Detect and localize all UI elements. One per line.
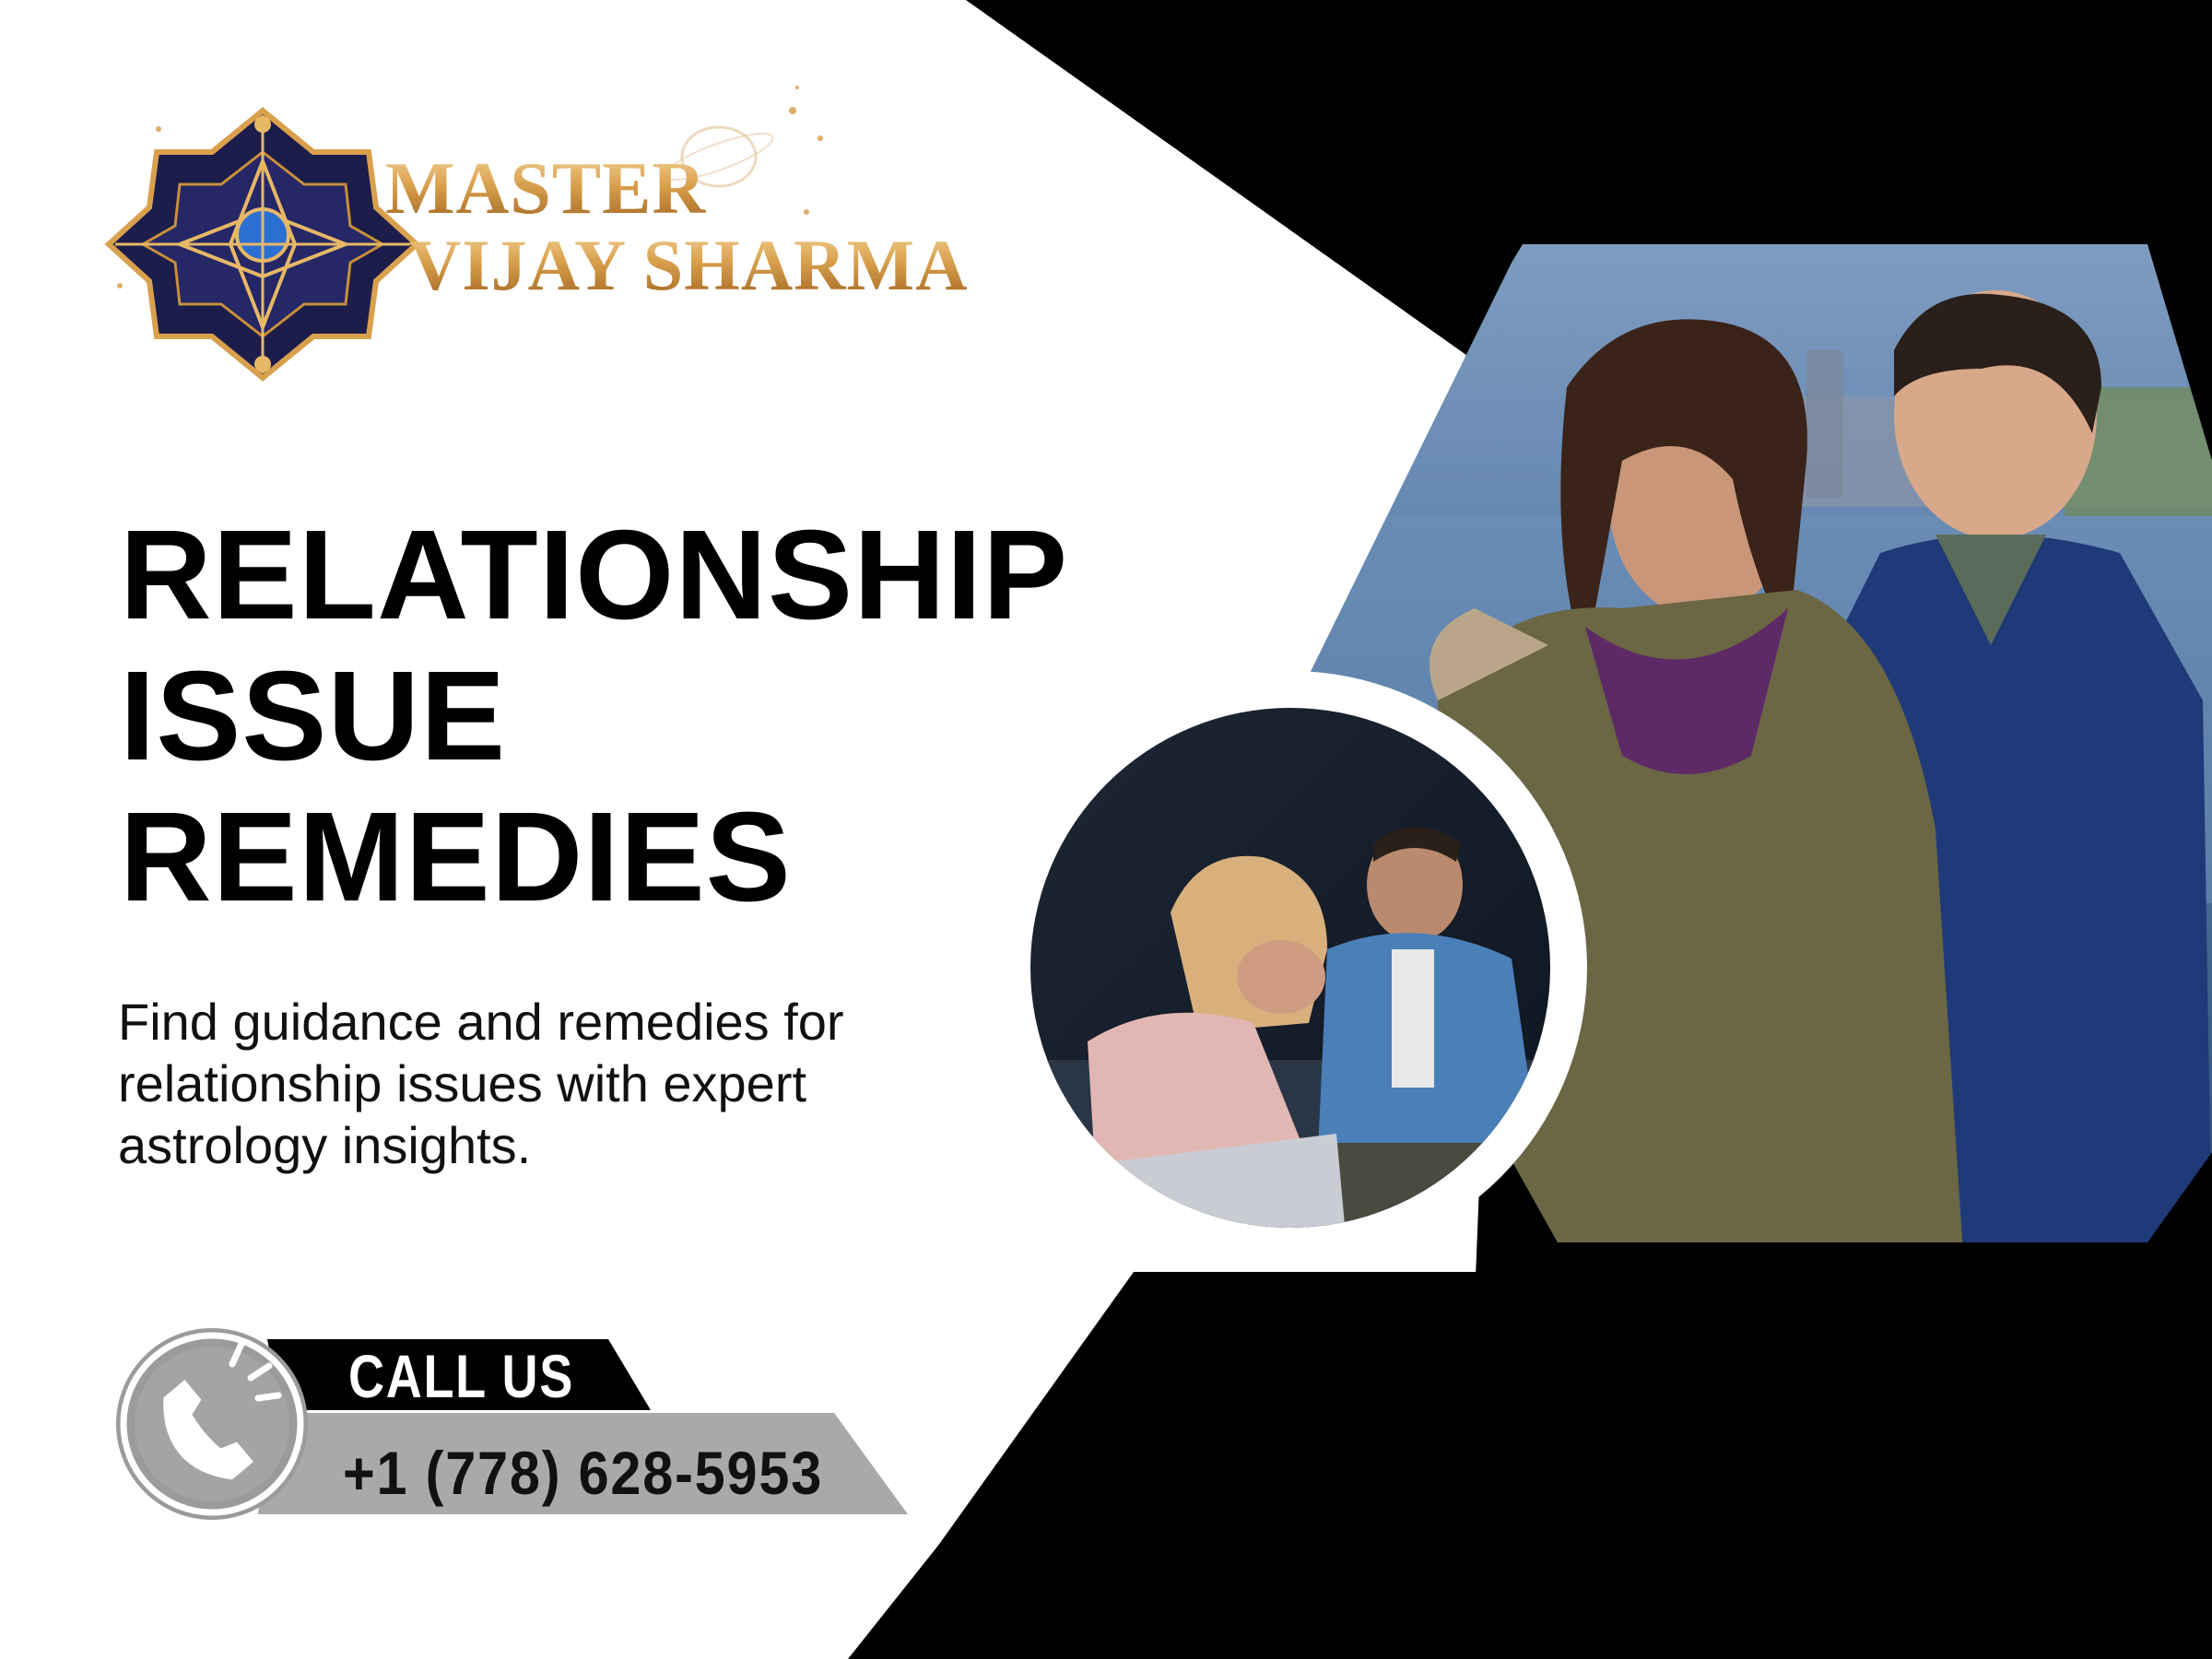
title-line: REMEDIES bbox=[120, 786, 792, 928]
description: Find guidance and remedies for relations… bbox=[118, 991, 994, 1176]
dark-panel-lower bbox=[857, 1272, 2212, 1659]
title-line: RELATIONSHIP bbox=[120, 504, 1069, 646]
brand-name-line2: VIJAY SHARMA bbox=[409, 225, 969, 305]
flyer-canvas: MASTER VIJAY SHARMA RELATIONSHIP ISSUE R… bbox=[0, 0, 2212, 1659]
call-us-label[interactable]: CALL US bbox=[348, 1341, 574, 1411]
brand-name-line1: MASTER bbox=[385, 148, 707, 229]
brand-emblem bbox=[104, 107, 421, 382]
description-line: astrology insights. bbox=[118, 1116, 532, 1174]
page-title: RELATIONSHIP ISSUE REMEDIES bbox=[120, 505, 1161, 928]
description-line: relationship issues with expert bbox=[118, 1054, 807, 1112]
title-line: ISSUE bbox=[120, 645, 507, 787]
phone-number[interactable]: +1 (778) 628-5953 bbox=[343, 1438, 823, 1508]
description-line: Find guidance and remedies for bbox=[118, 993, 844, 1051]
